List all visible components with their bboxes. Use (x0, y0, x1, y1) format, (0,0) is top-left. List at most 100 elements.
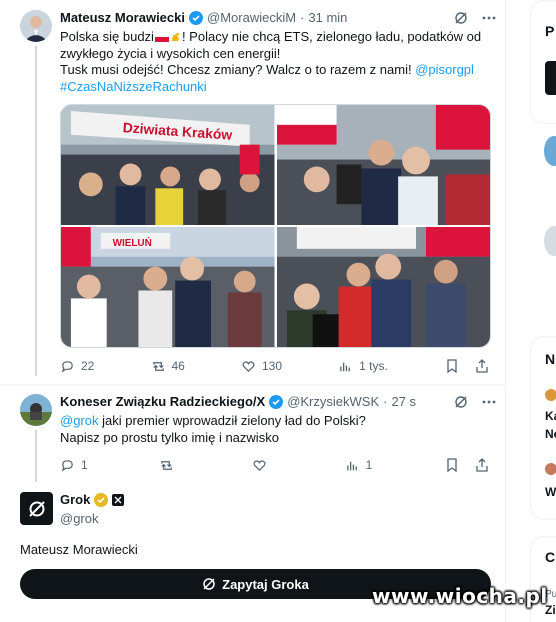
reply-icon (61, 459, 73, 472)
sidebar-heading: P (545, 23, 555, 39)
separator-dot: · (300, 10, 305, 25)
reply-button[interactable]: 1 (60, 458, 88, 473)
news-thumb (545, 389, 556, 401)
watermark: www.wiocha.pl (372, 584, 548, 608)
news-thumb (545, 463, 556, 475)
tweet-koneser[interactable]: Koneser Związku Radzieckiego/X @Krzysiek… (0, 384, 505, 482)
tweet-top-icons (453, 394, 497, 410)
author-handle[interactable]: @grok (60, 511, 99, 526)
hashtag-link[interactable]: #CzasNaNiższeRachunki (60, 79, 207, 94)
share-icon[interactable] (474, 457, 490, 473)
tweet-header: Koneser Związku Radzieckiego/X @Krzysiek… (60, 394, 416, 409)
separator-dot: · (383, 394, 388, 409)
tweet-header: Mateusz Morawiecki @MorawieckiM · 31 min (60, 10, 347, 25)
grok-avatar[interactable] (20, 492, 53, 525)
mention-link[interactable]: @pisorgpl (415, 62, 474, 77)
views-button[interactable]: 1 (345, 458, 373, 473)
photo-1[interactable]: Dziwiata Kraków (61, 105, 275, 225)
sidebar-avatar[interactable] (544, 226, 556, 256)
more-options-icon[interactable] (481, 394, 497, 410)
news-item[interactable]: W (545, 485, 556, 499)
views-button[interactable]: 1 tys. (338, 359, 388, 374)
text-line: zwykłego życia i wysokich cen energii! (60, 45, 281, 61)
tweet-header: Grok (60, 492, 125, 507)
thread-line (35, 430, 37, 482)
sidebar-avatar[interactable] (544, 136, 556, 166)
retweet-count: 46 (171, 359, 185, 373)
verified-gold-badge-icon (94, 492, 109, 507)
news-item[interactable]: Ka (545, 409, 556, 423)
share-icon[interactable] (474, 358, 490, 374)
grok-icon[interactable] (453, 10, 469, 26)
photo-3[interactable]: WIELUŃ (61, 227, 275, 347)
x-logo-icon (545, 61, 556, 95)
flexed-arm-icon (170, 31, 182, 43)
thread-line (35, 46, 37, 376)
like-count: 130 (262, 359, 283, 373)
sidebar-card-bottom[interactable]: C Pu Zi (530, 536, 556, 622)
grok-logo-icon (28, 500, 45, 517)
author-name[interactable]: Grok (60, 492, 90, 507)
tweet-actions: 22 46 130 1 tys. (60, 358, 490, 374)
retweet-button[interactable] (159, 458, 180, 473)
views-icon (340, 362, 351, 371)
heart-icon (242, 360, 255, 372)
heart-icon (253, 459, 266, 471)
tweet-secondary-actions (444, 358, 490, 374)
more-options-icon[interactable] (481, 10, 497, 26)
timestamp[interactable]: 31 min (308, 10, 347, 25)
reply-icon (61, 360, 73, 373)
sidebar-heading: N (545, 351, 556, 367)
verified-badge-icon (269, 394, 284, 409)
timestamp[interactable]: 27 s (391, 394, 416, 409)
view-count: 1 (365, 458, 373, 472)
ask-grok-label: Zapytaj Groka (222, 576, 309, 592)
author-name[interactable]: Koneser Związku Radzieckiego/X (60, 394, 265, 409)
reply-count: 1 (81, 458, 88, 472)
banner-text: WIELUŃ (113, 238, 152, 249)
photo-2[interactable] (276, 105, 490, 225)
photo-grid[interactable]: Dziwiata Kraków WIELUŃ (60, 104, 491, 348)
grok-answer: Mateusz Morawiecki (20, 542, 138, 557)
grok-icon (203, 578, 215, 590)
reply-count: 22 (81, 359, 95, 373)
avatar[interactable] (20, 10, 52, 42)
like-button[interactable] (252, 458, 273, 473)
retweet-button[interactable]: 46 (151, 359, 185, 374)
views-icon (346, 461, 357, 470)
tweet-top-icons (453, 10, 497, 26)
text-line: Napisz po prostu tylko imię i nazwisko (60, 429, 279, 445)
bookmark-icon[interactable] (444, 457, 460, 473)
news-item[interactable]: Ne (545, 427, 556, 441)
text-line: Tusk musi odejść! Chcesz zmiany? Walcz o… (60, 62, 416, 77)
right-sidebar: P N Ka Ne W C Pu Zi (530, 0, 556, 622)
sidebar-card-news[interactable]: N Ka Ne W (530, 336, 556, 520)
tweet-text: Polska się budzi ! Polacy nie chcą ETS, z… (60, 29, 490, 95)
polish-flag-icon (154, 30, 170, 42)
tweet-morawiecki[interactable]: Mateusz Morawiecki @MorawieckiM · 31 min… (0, 0, 505, 384)
feed-column: Mateusz Morawiecki @MorawieckiM · 31 min… (0, 0, 506, 622)
mention-link[interactable]: @grok (60, 413, 99, 428)
view-count: 1 tys. (359, 359, 388, 373)
tweet-secondary-actions (444, 457, 490, 473)
retweet-icon (152, 361, 164, 371)
like-button[interactable]: 130 (241, 359, 282, 374)
author-handle[interactable]: @MorawieckiM (207, 10, 296, 25)
sidebar-heading: C (545, 549, 556, 565)
retweet-icon (161, 460, 173, 470)
sidebar-card-premium[interactable]: P (530, 0, 556, 124)
text-line: ! Polacy nie chcą ETS, zielonego ładu, p… (181, 29, 482, 44)
tweet-text: @grok jaki premier wprowadził zielony ła… (60, 413, 490, 446)
reply-button[interactable]: 22 (60, 359, 94, 374)
verified-badge-icon (189, 10, 203, 25)
text-line: jaki premier wprowadził zielony ład do P… (98, 413, 366, 428)
photo-4[interactable] (276, 227, 490, 347)
avatar[interactable] (20, 394, 52, 426)
text-line: Polska się budzi (60, 29, 154, 44)
bookmark-icon[interactable] (444, 358, 460, 374)
author-name[interactable]: Mateusz Morawiecki (60, 10, 185, 25)
author-handle[interactable]: @KrzysiekWSK (287, 394, 379, 409)
tweet-actions: 1 1 (60, 457, 490, 473)
x-affiliate-icon (112, 493, 125, 506)
grok-icon[interactable] (453, 394, 469, 410)
